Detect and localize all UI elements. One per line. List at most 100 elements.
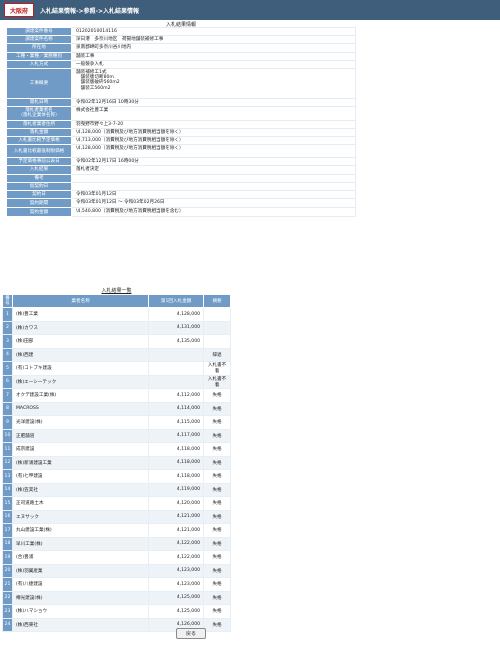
bid-amount: 4,125,000 bbox=[148, 590, 205, 605]
row-number: 2 bbox=[2, 320, 13, 335]
info-value: 令和03年01月12日 ～ 令和03年02月26日 bbox=[71, 198, 356, 209]
row-number: 10 bbox=[2, 428, 13, 443]
bid-amount: 4,115,000 bbox=[148, 415, 205, 430]
vendor-name: 早川工業(株) bbox=[11, 536, 150, 551]
results-header-row: 番号 業者名称 第1回入札金額 摘要 bbox=[2, 294, 231, 308]
bid-remark: 入札書不着 bbox=[203, 361, 231, 376]
info-value: 舗装工事 bbox=[71, 51, 356, 61]
row-number: 4 bbox=[2, 347, 13, 362]
info-label: 入札方式 bbox=[6, 59, 72, 70]
bid-remark: 辞退 bbox=[203, 347, 231, 362]
table-row: 4 (株)西建 辞退 bbox=[2, 347, 231, 362]
vendor-name: 丸山建設工業(株) bbox=[11, 523, 150, 538]
bid-remark: 失格 bbox=[203, 442, 231, 457]
table-row: 9 光洋建設(株) 4,115,000 失格 bbox=[2, 415, 231, 430]
info-label: 入札書比較最低制限価格 bbox=[6, 144, 72, 159]
info-label: 契約日 bbox=[6, 190, 72, 200]
info-row: 予定価格事前公表日 令和02年12月17日 16時00分 bbox=[6, 157, 356, 167]
bid-remark: 失格 bbox=[203, 604, 231, 619]
info-label: 契約金額 bbox=[6, 207, 72, 218]
table-row: 19 (合)豊浦 4,122,000 失格 bbox=[2, 550, 231, 565]
row-number: 17 bbox=[2, 523, 13, 538]
table-row: 12 (株)新涌建設工業 4,118,000 失格 bbox=[2, 455, 231, 470]
bid-amount: 4,122,000 bbox=[148, 536, 205, 551]
bid-results-table: 番号 業者名称 第1回入札金額 摘要 1 (株)豊工業 4,128,000 2 (株)カ… bbox=[2, 294, 231, 632]
table-row: 10 正肥舗道 4,117,000 失格 bbox=[2, 428, 231, 443]
bid-remark bbox=[203, 320, 231, 335]
vendor-name: エヌサック bbox=[11, 509, 150, 524]
info-label: 仮契約日 bbox=[6, 181, 72, 192]
info-value: 羽曳野市野々上3-7-20 bbox=[71, 119, 356, 129]
bid-amount: 4,114,000 bbox=[148, 401, 205, 416]
vendor-name: (株)羽翼産業 bbox=[11, 563, 150, 578]
row-number: 6 bbox=[2, 374, 13, 389]
bid-amount: 4,121,000 bbox=[148, 523, 205, 538]
info-row: 調達案件番号 01202010014116 bbox=[6, 26, 356, 37]
row-number: 15 bbox=[2, 496, 13, 511]
info-label: 入札書比較予定価格 bbox=[6, 136, 72, 146]
vendor-name: 光洋建設(株) bbox=[11, 415, 150, 430]
info-value bbox=[71, 181, 356, 192]
bid-amount: 4,135,000 bbox=[148, 334, 205, 349]
info-value: 令和02年12月16日 10時30分 bbox=[71, 98, 356, 108]
vendor-name: (株)新涌建設工業 bbox=[11, 455, 150, 470]
table-row: 18 早川工業(株) 4,122,000 失格 bbox=[2, 536, 231, 551]
table-row: 22 樽光建設(株) 4,125,000 失格 bbox=[2, 590, 231, 605]
info-label: 調達案件名称 bbox=[6, 35, 72, 45]
col-header-remark: 摘要 bbox=[203, 294, 231, 308]
info-value: 令和03年01月12日 bbox=[71, 190, 356, 200]
info-row: 入札書比較最低制限価格 \4,128,000（消費税及び地方消費税相当額を除く） bbox=[6, 144, 356, 159]
info-row: 入札方式 一般競争入札 bbox=[6, 59, 356, 70]
vendor-name: 正司道路土木 bbox=[11, 496, 150, 511]
table-row: 20 (株)羽翼産業 4,123,000 失格 bbox=[2, 563, 231, 578]
info-row: 契約日 令和03年01月12日 bbox=[6, 190, 356, 200]
info-row: 入札書比較予定価格 \4,713,000（消費税及び地方消費税相当額を除く） bbox=[6, 136, 356, 146]
col-header-no: 番号 bbox=[2, 294, 13, 308]
row-number: 5 bbox=[2, 361, 13, 376]
info-row: 備考 bbox=[6, 173, 356, 183]
bid-amount: 4,118,000 bbox=[148, 442, 205, 457]
table-row: 13 (有)七甲建設 4,118,000 失格 bbox=[2, 469, 231, 484]
info-label: 入札結果 bbox=[6, 165, 72, 175]
bid-remark: 失格 bbox=[203, 590, 231, 605]
info-label: 工種・業種／業務種別 bbox=[6, 51, 72, 61]
row-number: 22 bbox=[2, 590, 13, 605]
row-number: 11 bbox=[2, 442, 13, 457]
back-button[interactable]: 戻る bbox=[176, 628, 206, 639]
info-label: 工事概要 bbox=[6, 68, 72, 100]
info-value: \4,540,800（消費税及び地方消費税相当額を含む） bbox=[71, 207, 356, 218]
info-label: 落札金額 bbox=[6, 127, 72, 138]
info-label: 調達案件番号 bbox=[6, 26, 72, 37]
table-row: 11 成宗建設 4,118,000 失格 bbox=[2, 442, 231, 457]
row-number: 1 bbox=[2, 307, 13, 322]
info-row: 開札日時 令和02年12月16日 10時30分 bbox=[6, 98, 356, 108]
info-row: 所在地 泉南郡岬町多奈川谷川地内 bbox=[6, 43, 356, 53]
bid-info-table: 調達案件番号 01202010014116 調達案件名称 深日港 多奈川地区 荷揚地舗… bbox=[6, 26, 356, 218]
info-row: 契約期間 令和03年01月12日 ～ 令和03年02月26日 bbox=[6, 198, 356, 209]
bid-remark: 入札書不着 bbox=[203, 374, 231, 389]
bid-remark: 失格 bbox=[203, 428, 231, 443]
vendor-name: (株)西東社 bbox=[11, 617, 150, 632]
bid-remark: 失格 bbox=[203, 388, 231, 403]
info-value bbox=[71, 173, 356, 183]
info-label: 所在地 bbox=[6, 43, 72, 53]
info-value: 令和02年12月17日 16時00分 bbox=[71, 157, 356, 167]
bid-amount: 4,119,000 bbox=[148, 482, 205, 497]
info-value: \4,128,000（消費税及び地方消費税相当額を除く） bbox=[71, 144, 356, 159]
info-row: 工事概要 舗装補修工1式 舗装版切断80m 舗装版破砕560m2 舗装工560m2 bbox=[6, 68, 356, 100]
bid-remark: 失格 bbox=[203, 536, 231, 551]
info-value: 泉南郡岬町多奈川谷川地内 bbox=[71, 43, 356, 53]
vendor-name: (株)エーシーテック bbox=[11, 374, 150, 389]
info-value: 深日港 多奈川地区 荷揚地舗装補修工事 bbox=[71, 35, 356, 45]
table-row: 8 MACROSS 4,114,000 失格 bbox=[2, 401, 231, 416]
table-row: 7 オクデ建設工業(株) 4,112,000 失格 bbox=[2, 388, 231, 403]
bid-amount: 4,123,000 bbox=[148, 563, 205, 578]
row-number: 18 bbox=[2, 536, 13, 551]
vendor-name: (有)七甲建設 bbox=[11, 469, 150, 484]
bid-amount: 4,112,000 bbox=[148, 388, 205, 403]
bid-remark: 失格 bbox=[203, 469, 231, 484]
vendor-name: (合)豊浦 bbox=[11, 550, 150, 565]
row-number: 13 bbox=[2, 469, 13, 484]
row-number: 24 bbox=[2, 617, 13, 632]
breadcrumb: 入札結果情報->参照->入札結果情報 bbox=[40, 7, 140, 15]
